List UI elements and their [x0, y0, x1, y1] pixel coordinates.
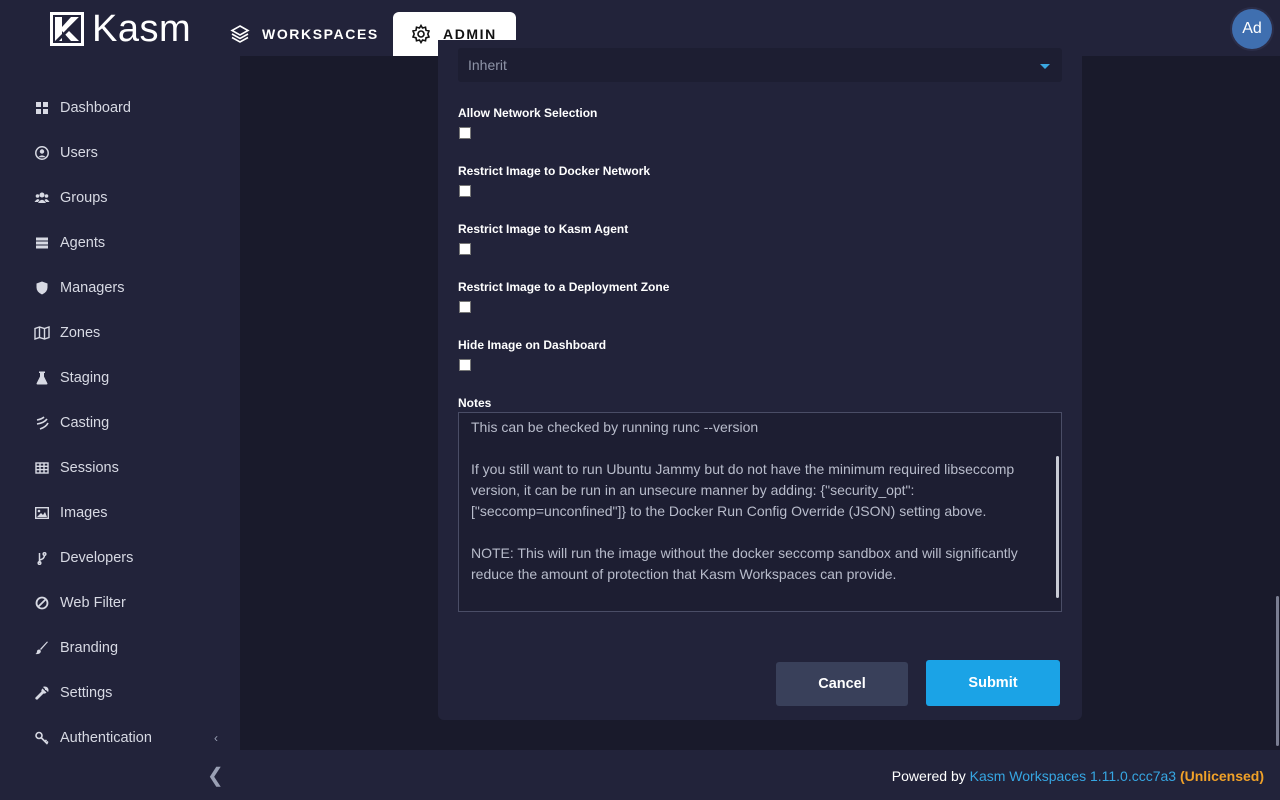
user-avatar[interactable]: Ad	[1232, 9, 1272, 49]
sidebar-item-label: Groups	[60, 190, 108, 206]
sidebar-item-agents[interactable]: Agents	[34, 233, 105, 253]
kasm-logo-icon	[50, 12, 84, 46]
footer-text: Powered by Kasm Workspaces 1.11.0.ccc7a3…	[892, 768, 1264, 784]
sidebar-item-label: Dashboard	[60, 100, 131, 116]
notes-label: Notes	[458, 396, 492, 410]
license-status: (Unlicensed)	[1179, 768, 1264, 784]
image-icon	[34, 505, 50, 521]
restrict-deployment-zone-label: Restrict Image to a Deployment Zone	[458, 280, 670, 294]
sidebar-item-sessions[interactable]: Sessions	[34, 458, 119, 478]
sidebar-item-staging[interactable]: Staging	[34, 368, 109, 388]
collapse-sidebar-icon[interactable]: ❮	[207, 763, 224, 788]
sidebar-item-label: Users	[60, 145, 98, 161]
sidebar-item-developers[interactable]: Developers	[34, 548, 133, 568]
sidebar-item-label: Developers	[60, 550, 134, 566]
restrict-deployment-zone-checkbox[interactable]	[459, 301, 471, 313]
dashboard-icon	[34, 100, 50, 116]
restrict-docker-network-label: Restrict Image to Docker Network	[458, 164, 651, 178]
map-icon	[34, 325, 50, 341]
notes-scrollbar[interactable]	[1056, 456, 1059, 598]
table-icon	[34, 460, 50, 476]
cancel-button[interactable]: Cancel	[776, 662, 908, 706]
sidebar-item-casting[interactable]: Casting	[34, 413, 109, 433]
page-scrollbar[interactable]	[1276, 596, 1279, 746]
restrict-docker-network-checkbox[interactable]	[459, 185, 471, 197]
brush-icon	[34, 640, 50, 656]
sidebar-item-zones[interactable]: Zones	[34, 323, 100, 343]
inherit-select[interactable]: Inherit	[458, 48, 1062, 82]
branch-icon	[34, 550, 50, 566]
sidebar-item-label: Sessions	[60, 460, 119, 476]
sidebar-item-label: Casting	[60, 415, 110, 431]
sidebar-item-users[interactable]: Users	[34, 143, 98, 163]
sidebar-item-dashboard[interactable]: Dashboard	[34, 98, 131, 118]
sidebar-item-authentication[interactable]: Authentication	[34, 728, 152, 748]
sidebar-item-label: Branding	[60, 640, 119, 656]
hide-image-dashboard-label: Hide Image on Dashboard	[458, 338, 607, 352]
flask-icon	[34, 370, 50, 386]
sidebar-item-label: Settings	[60, 685, 113, 701]
product-link[interactable]: Kasm Workspaces 1.11.0.ccc7a3	[970, 768, 1176, 784]
sidebar-item-groups[interactable]: Groups	[34, 188, 108, 208]
restrict-kasm-agent-checkbox[interactable]	[459, 243, 471, 255]
user-circle-icon	[34, 145, 50, 161]
allow-network-selection-label: Allow Network Selection	[458, 106, 598, 120]
gear-icon	[411, 24, 431, 44]
sidebar-item-web-filter[interactable]: Web Filter	[34, 593, 126, 613]
restrict-kasm-agent-label: Restrict Image to Kasm Agent	[458, 222, 629, 236]
caret-down-icon	[1040, 64, 1050, 69]
groups-icon	[34, 190, 50, 206]
ban-icon	[34, 595, 50, 611]
key-icon	[34, 730, 50, 746]
sidebar-item-label: Images	[60, 505, 108, 521]
sidebar-item-branding[interactable]: Branding	[34, 638, 118, 658]
sidebar-item-label: Managers	[60, 280, 125, 296]
tab-workspaces[interactable]: WORKSPACES	[230, 12, 379, 56]
cast-icon	[34, 415, 50, 431]
sidebar-item-label: Agents	[60, 235, 106, 251]
notes-textarea[interactable]: This can be checked by running runc --ve…	[458, 412, 1062, 612]
layers-icon	[230, 24, 250, 44]
tab-workspaces-label: WORKSPACES	[262, 26, 379, 42]
shield-icon	[34, 280, 50, 296]
footer-prefix: Powered by	[891, 768, 970, 784]
submit-button[interactable]: Submit	[926, 660, 1060, 706]
sidebar-item-label: Staging	[60, 370, 110, 386]
chevron-left-icon[interactable]: ‹	[214, 731, 218, 745]
hide-image-dashboard-checkbox[interactable]	[459, 359, 471, 371]
brand-name: Kasm	[92, 8, 192, 50]
sidebar-footer	[0, 750, 240, 800]
kasm-logo[interactable]: Kasm	[50, 8, 192, 50]
sidebar-item-managers[interactable]: Managers	[34, 278, 124, 298]
wrench-icon	[34, 685, 50, 701]
server-icon	[34, 235, 50, 251]
sidebar-item-label: Web Filter	[60, 595, 126, 611]
sidebar-item-settings[interactable]: Settings	[34, 683, 112, 703]
sidebar-item-images[interactable]: Images	[34, 503, 108, 523]
image-form-card	[438, 40, 1082, 720]
footer: Powered by Kasm Workspaces 1.11.0.ccc7a3…	[240, 750, 1280, 800]
select-value: Inherit	[468, 57, 507, 73]
sidebar-item-label: Authentication	[60, 730, 152, 746]
sidebar-item-label: Zones	[60, 325, 101, 341]
allow-network-selection-checkbox[interactable]	[459, 127, 471, 139]
